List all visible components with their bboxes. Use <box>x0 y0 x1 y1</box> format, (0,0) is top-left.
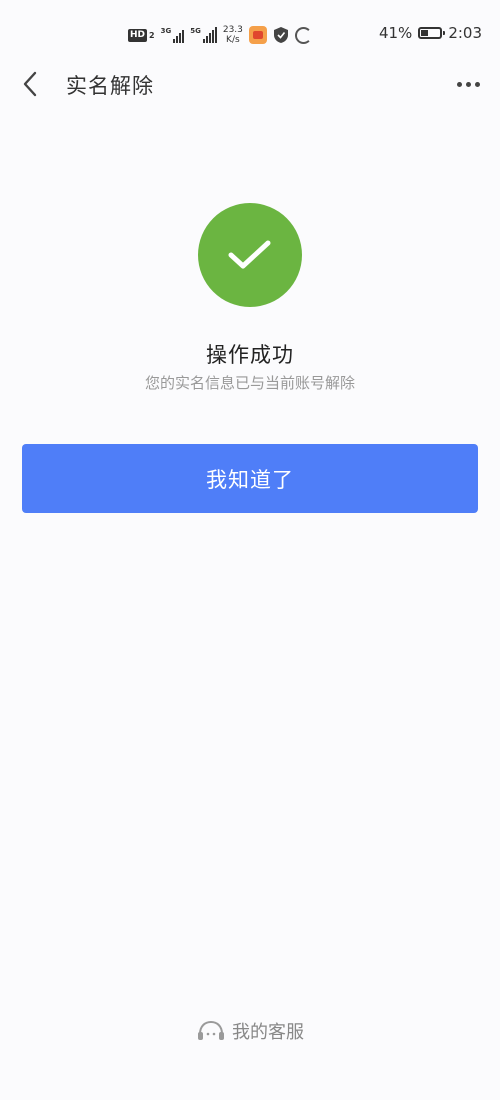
more-dot <box>474 81 480 87</box>
status-right: 41% 2:03 <box>379 24 482 42</box>
customer-service-link[interactable]: 我的客服 <box>0 1018 500 1044</box>
battery-icon <box>418 27 446 39</box>
clock: 2:03 <box>448 24 482 42</box>
battery-fill <box>421 30 429 36</box>
status-icons: HD 2 3G 5G 23.3 K/s <box>128 22 312 48</box>
more-dot <box>465 81 471 87</box>
nav-header: 实名解除 <box>0 58 500 110</box>
confirm-button[interactable]: 我知道了 <box>22 444 478 513</box>
back-button[interactable] <box>14 68 46 100</box>
customer-service-label: 我的客服 <box>232 1022 304 1043</box>
page-title: 实名解除 <box>66 74 154 98</box>
signal-5g-label: 5G <box>190 27 201 35</box>
hd-label: HD <box>128 28 148 42</box>
signal-3g-label: 3G <box>160 27 172 35</box>
more-options-button[interactable] <box>450 68 486 100</box>
hd-indicator: HD 2 <box>128 28 155 42</box>
customer-service-icon <box>198 1020 224 1040</box>
network-speed-value: 23.3 <box>222 25 243 35</box>
signal-5g-icon: 5G <box>190 27 217 43</box>
network-speed: 23.3 K/s <box>223 25 243 45</box>
shield-icon <box>273 27 288 43</box>
network-speed-unit: K/s <box>226 35 240 45</box>
hd-sub-label: 2 <box>149 30 155 40</box>
signal-3g-icon: 3G <box>161 27 185 43</box>
result-title: 操作成功 <box>206 343 294 367</box>
more-dots-icon <box>456 81 462 87</box>
success-badge <box>198 203 302 307</box>
result-description: 您的实名信息已与当前账号解除 <box>144 374 355 392</box>
sync-icon <box>294 26 312 44</box>
app-notification-icon <box>248 26 267 44</box>
checkmark-icon <box>228 240 271 269</box>
chevron-left-icon <box>23 71 37 97</box>
battery-percent: 41% <box>378 24 413 42</box>
